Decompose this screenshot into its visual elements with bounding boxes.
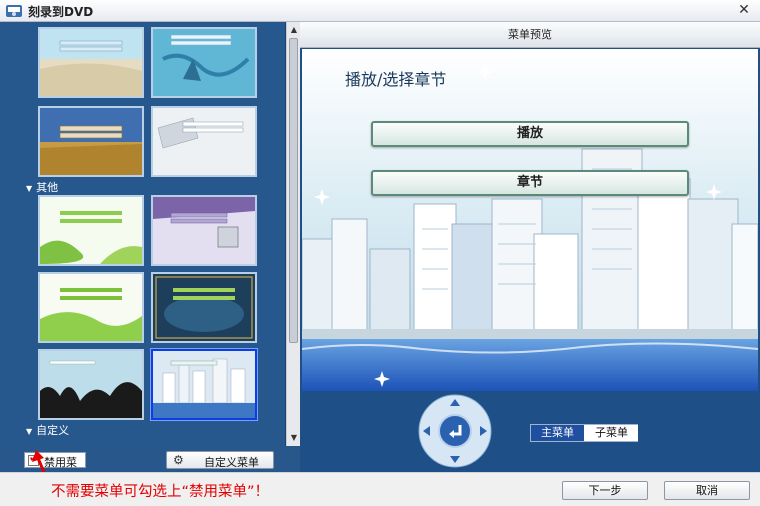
template-scrollbar[interactable]: ▲ ▼	[286, 22, 300, 446]
group-header-other[interactable]: ▼ 其他	[26, 179, 58, 195]
city-background-image	[302, 49, 758, 391]
template-thumb-grass[interactable]	[38, 272, 144, 343]
expand-triangle-icon: ▼	[26, 427, 33, 436]
template-panel: ▼ 其他 ▼ 自定义 ▲ ▼ 禁用菜 ⚙ 自定义菜单	[0, 22, 300, 485]
group-label: 其他	[36, 181, 59, 194]
template-thumb-dark-ornate[interactable]	[151, 272, 257, 343]
preview-title: 播放/选择章节	[345, 70, 447, 89]
gear-icon: ⚙	[173, 453, 184, 467]
template-thumb-silhouette[interactable]	[38, 349, 144, 420]
template-thumb-purple-cube[interactable]	[151, 195, 257, 266]
tab-main-menu[interactable]: 主菜单	[531, 425, 584, 441]
dvd-app-icon	[6, 5, 22, 17]
scrollbar-thumb[interactable]	[289, 38, 298, 343]
preview-header: 菜单预览	[300, 22, 760, 48]
next-button[interactable]: 下一步	[562, 481, 648, 500]
window-title: 刻录到DVD	[28, 5, 94, 19]
template-thumb-pool[interactable]	[151, 27, 257, 98]
cancel-button[interactable]: 取消	[664, 481, 750, 500]
template-thumb-film[interactable]	[151, 106, 257, 177]
menu-tabs: 主菜单 子菜单	[530, 424, 638, 442]
custom-menu-label: 自定义菜单	[204, 456, 259, 469]
custom-menu-button[interactable]: ⚙ 自定义菜单	[166, 451, 274, 469]
template-thumb-beach[interactable]	[38, 27, 144, 98]
menu-preview-canvas: 播放/选择章节 播放 章节	[302, 49, 758, 391]
group-header-custom[interactable]: ▼ 自定义	[26, 422, 69, 438]
preview-chapter-button[interactable]: 章节	[371, 170, 689, 196]
tab-sub-menu[interactable]: 子菜单	[585, 425, 638, 441]
template-thumb-city-selected[interactable]	[151, 349, 257, 420]
template-thumb-field[interactable]	[38, 106, 144, 177]
preview-play-button[interactable]: 播放	[371, 121, 689, 147]
annotation-text: 不需要菜单可勾选上“禁用菜单”！	[51, 484, 270, 500]
template-thumb-green-leaf[interactable]	[38, 195, 144, 266]
menu-preview-panel: 菜单预览 播放/选择章节 播放 章节 主菜单 子菜单	[300, 22, 760, 472]
title-bar: 刻录到DVD ✕	[0, 0, 760, 22]
expand-triangle-icon: ▼	[26, 184, 33, 193]
group-label: 自定义	[36, 424, 70, 437]
close-icon[interactable]: ✕	[736, 2, 752, 18]
scroll-down-icon[interactable]: ▼	[288, 432, 300, 444]
navigation-pad[interactable]	[418, 394, 492, 468]
bottom-bar: 不需要菜单可勾选上“禁用菜单”！ 下一步 取消	[0, 472, 760, 506]
template-list: ▼ 其他 ▼ 自定义	[0, 22, 286, 446]
scroll-up-icon[interactable]: ▲	[288, 24, 300, 36]
